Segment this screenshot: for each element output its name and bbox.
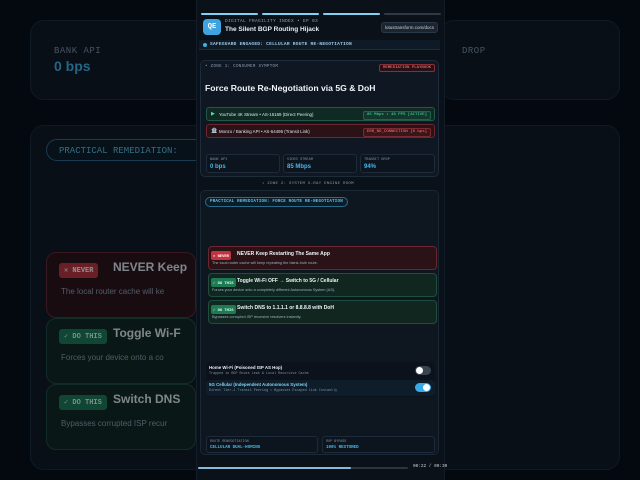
action-title: Toggle Wi-Fi OFF → Switch to 5G / Cellul…: [237, 277, 339, 284]
safeguard-banner: SAFEGUARD ENGAGED: CELLULAR ROUTE RE-NEG…: [199, 40, 440, 50]
toggle-title: Home Wi-Fi (Poisoned ISP AS Hop): [209, 364, 283, 370]
progress-segment: [384, 13, 441, 15]
toggle-knob: [423, 384, 430, 391]
toggle-row-home-wifi[interactable]: Home Wi-Fi (Poisoned ISP AS Hop) Trapped…: [206, 363, 435, 379]
story-progress: [201, 13, 441, 15]
action-never-restart: ✕ NEVER NEVER Keep Restarting The Same A…: [208, 246, 437, 270]
bank-icon: 🏦: [211, 128, 218, 134]
metric-label: TRANSIT DROP: [364, 158, 390, 162]
status-footer: ROUTE RENEGOTIATION CELLULAR DUAL-HOMING…: [206, 436, 435, 453]
metric-value: 0 bps: [210, 164, 226, 170]
footer-value: 100% RESTORED: [326, 446, 359, 450]
metric-transit-drop: TRANSIT DROP 94%: [360, 154, 435, 173]
action-title: Switch DNS to 1.1.1.1 or 8.8.8.8 with Do…: [237, 304, 334, 311]
footer-value: CELLULAR DUAL-HOMING: [210, 446, 261, 450]
route-label: YouTube 4K Stream • AS-15169 (Direct Pee…: [219, 112, 314, 117]
episode-kicker: DIGITAL FRAGILITY INDEX • EP 03: [225, 19, 319, 24]
do-this-tag: ✓ DO THIS: [211, 278, 236, 287]
toggle-sub: Trapped in BGP Route Leak & Local Recurs…: [209, 371, 309, 376]
episode-title: The Silent BGP Routing Hijack: [225, 26, 320, 33]
toggle-sub: Direct Tier-1 Transit Peering • Bypasses…: [209, 388, 338, 393]
route-row-banking: 🏦 Monzo / Banking API • AS-64496 (Transi…: [206, 124, 435, 138]
play-icon: ▶: [211, 111, 215, 117]
channel-logo[interactable]: QE: [203, 19, 221, 35]
progress-segment: [262, 13, 319, 15]
zone2-label: • ZONE 2: SYSTEM X-RAY ENGINE ROOM: [262, 182, 354, 186]
route-row-youtube: ▶ YouTube 4K Stream • AS-15169 (Direct P…: [206, 107, 435, 121]
metric-value: 85 Mbps: [287, 164, 312, 170]
metric-bank-api: BANK API 0 bps: [206, 154, 280, 173]
safeguard-text: SAFEGUARD ENGAGED: CELLULAR ROUTE RE-NEG…: [210, 42, 352, 47]
remediation-pill: PRACTICAL REMEDIATION: FORCE ROUTE RE-NE…: [205, 197, 348, 207]
route-label: Monzo / Banking API • AS-64496 (Transit …: [219, 129, 310, 134]
playback-time: 00:22 / 00:30: [413, 464, 448, 469]
metric-video-stream: VIDEO STREAM 85 Mbps: [283, 154, 357, 173]
cellular-toggle-switch[interactable]: [415, 383, 431, 392]
toggle-knob: [416, 367, 423, 374]
action-switch-dns: ✓ DO THIS Switch DNS to 1.1.1.1 or 8.8.8…: [208, 300, 437, 324]
footer-label: ROUTE RENEGOTIATION: [210, 440, 249, 444]
status-dot-icon: [203, 43, 207, 47]
metric-label: VIDEO STREAM: [287, 158, 313, 162]
toggle-row-5g-cellular[interactable]: 5G Cellular (Independent Autonomous Syst…: [206, 380, 435, 396]
zone-system-xray: PRACTICAL REMEDIATION: FORCE ROUTE RE-NE…: [200, 190, 439, 455]
playback-progress-fill: [198, 467, 352, 469]
metric-value: 94%: [364, 164, 377, 170]
action-sub: Bypasses corrupted ISP recursive resolve…: [212, 315, 302, 319]
never-tag: ✕ NEVER: [211, 251, 231, 260]
zone-label: • ZONE 1: CONSUMER SYMPTOM: [205, 65, 279, 69]
wifi-toggle-switch[interactable]: [415, 366, 431, 375]
docs-link[interactable]: lotustransform.com/docs: [380, 22, 438, 33]
zone-consumer-symptom: • ZONE 1: CONSUMER SYMPTOM REMEDIATION P…: [200, 60, 439, 177]
toggle-title: 5G Cellular (Independent Autonomous Syst…: [209, 381, 308, 387]
route-status: 85 Mbps • 48 PPS [ACTIVE]: [362, 110, 431, 120]
progress-segment: [323, 13, 380, 15]
action-toggle-wifi: ✓ DO THIS Toggle Wi-Fi OFF → Switch to 5…: [208, 273, 437, 297]
playbook-badge: REMEDIATION PLAYBOOK: [378, 64, 435, 72]
action-sub: Forces your device onto a completely dif…: [212, 288, 336, 292]
footer-label: ROP BYPASS: [326, 440, 347, 444]
footer-route-renegotiation: ROUTE RENEGOTIATION CELLULAR DUAL-HOMING: [206, 436, 318, 453]
network-toggles: Home Wi-Fi (Poisoned ISP AS Hop) Trapped…: [206, 362, 435, 397]
playback-scrubber[interactable]: [198, 467, 408, 469]
do-this-tag: ✓ DO THIS: [211, 305, 236, 314]
zone-title: Force Route Re-Negotiation via 5G & DoH: [205, 83, 376, 93]
header: QE DIGITAL FRAGILITY INDEX • EP 03 The S…: [203, 19, 440, 37]
footer-rop-bypass: ROP BYPASS 100% RESTORED: [322, 436, 435, 453]
metric-label: BANK API: [210, 158, 228, 162]
route-status: ERR_NO_CONNECTION [0 bps]: [362, 127, 431, 137]
action-sub: The local router cache will keep repeati…: [212, 261, 318, 265]
progress-segment: [201, 13, 258, 15]
action-title: NEVER Keep Restarting The Same App: [237, 250, 330, 257]
